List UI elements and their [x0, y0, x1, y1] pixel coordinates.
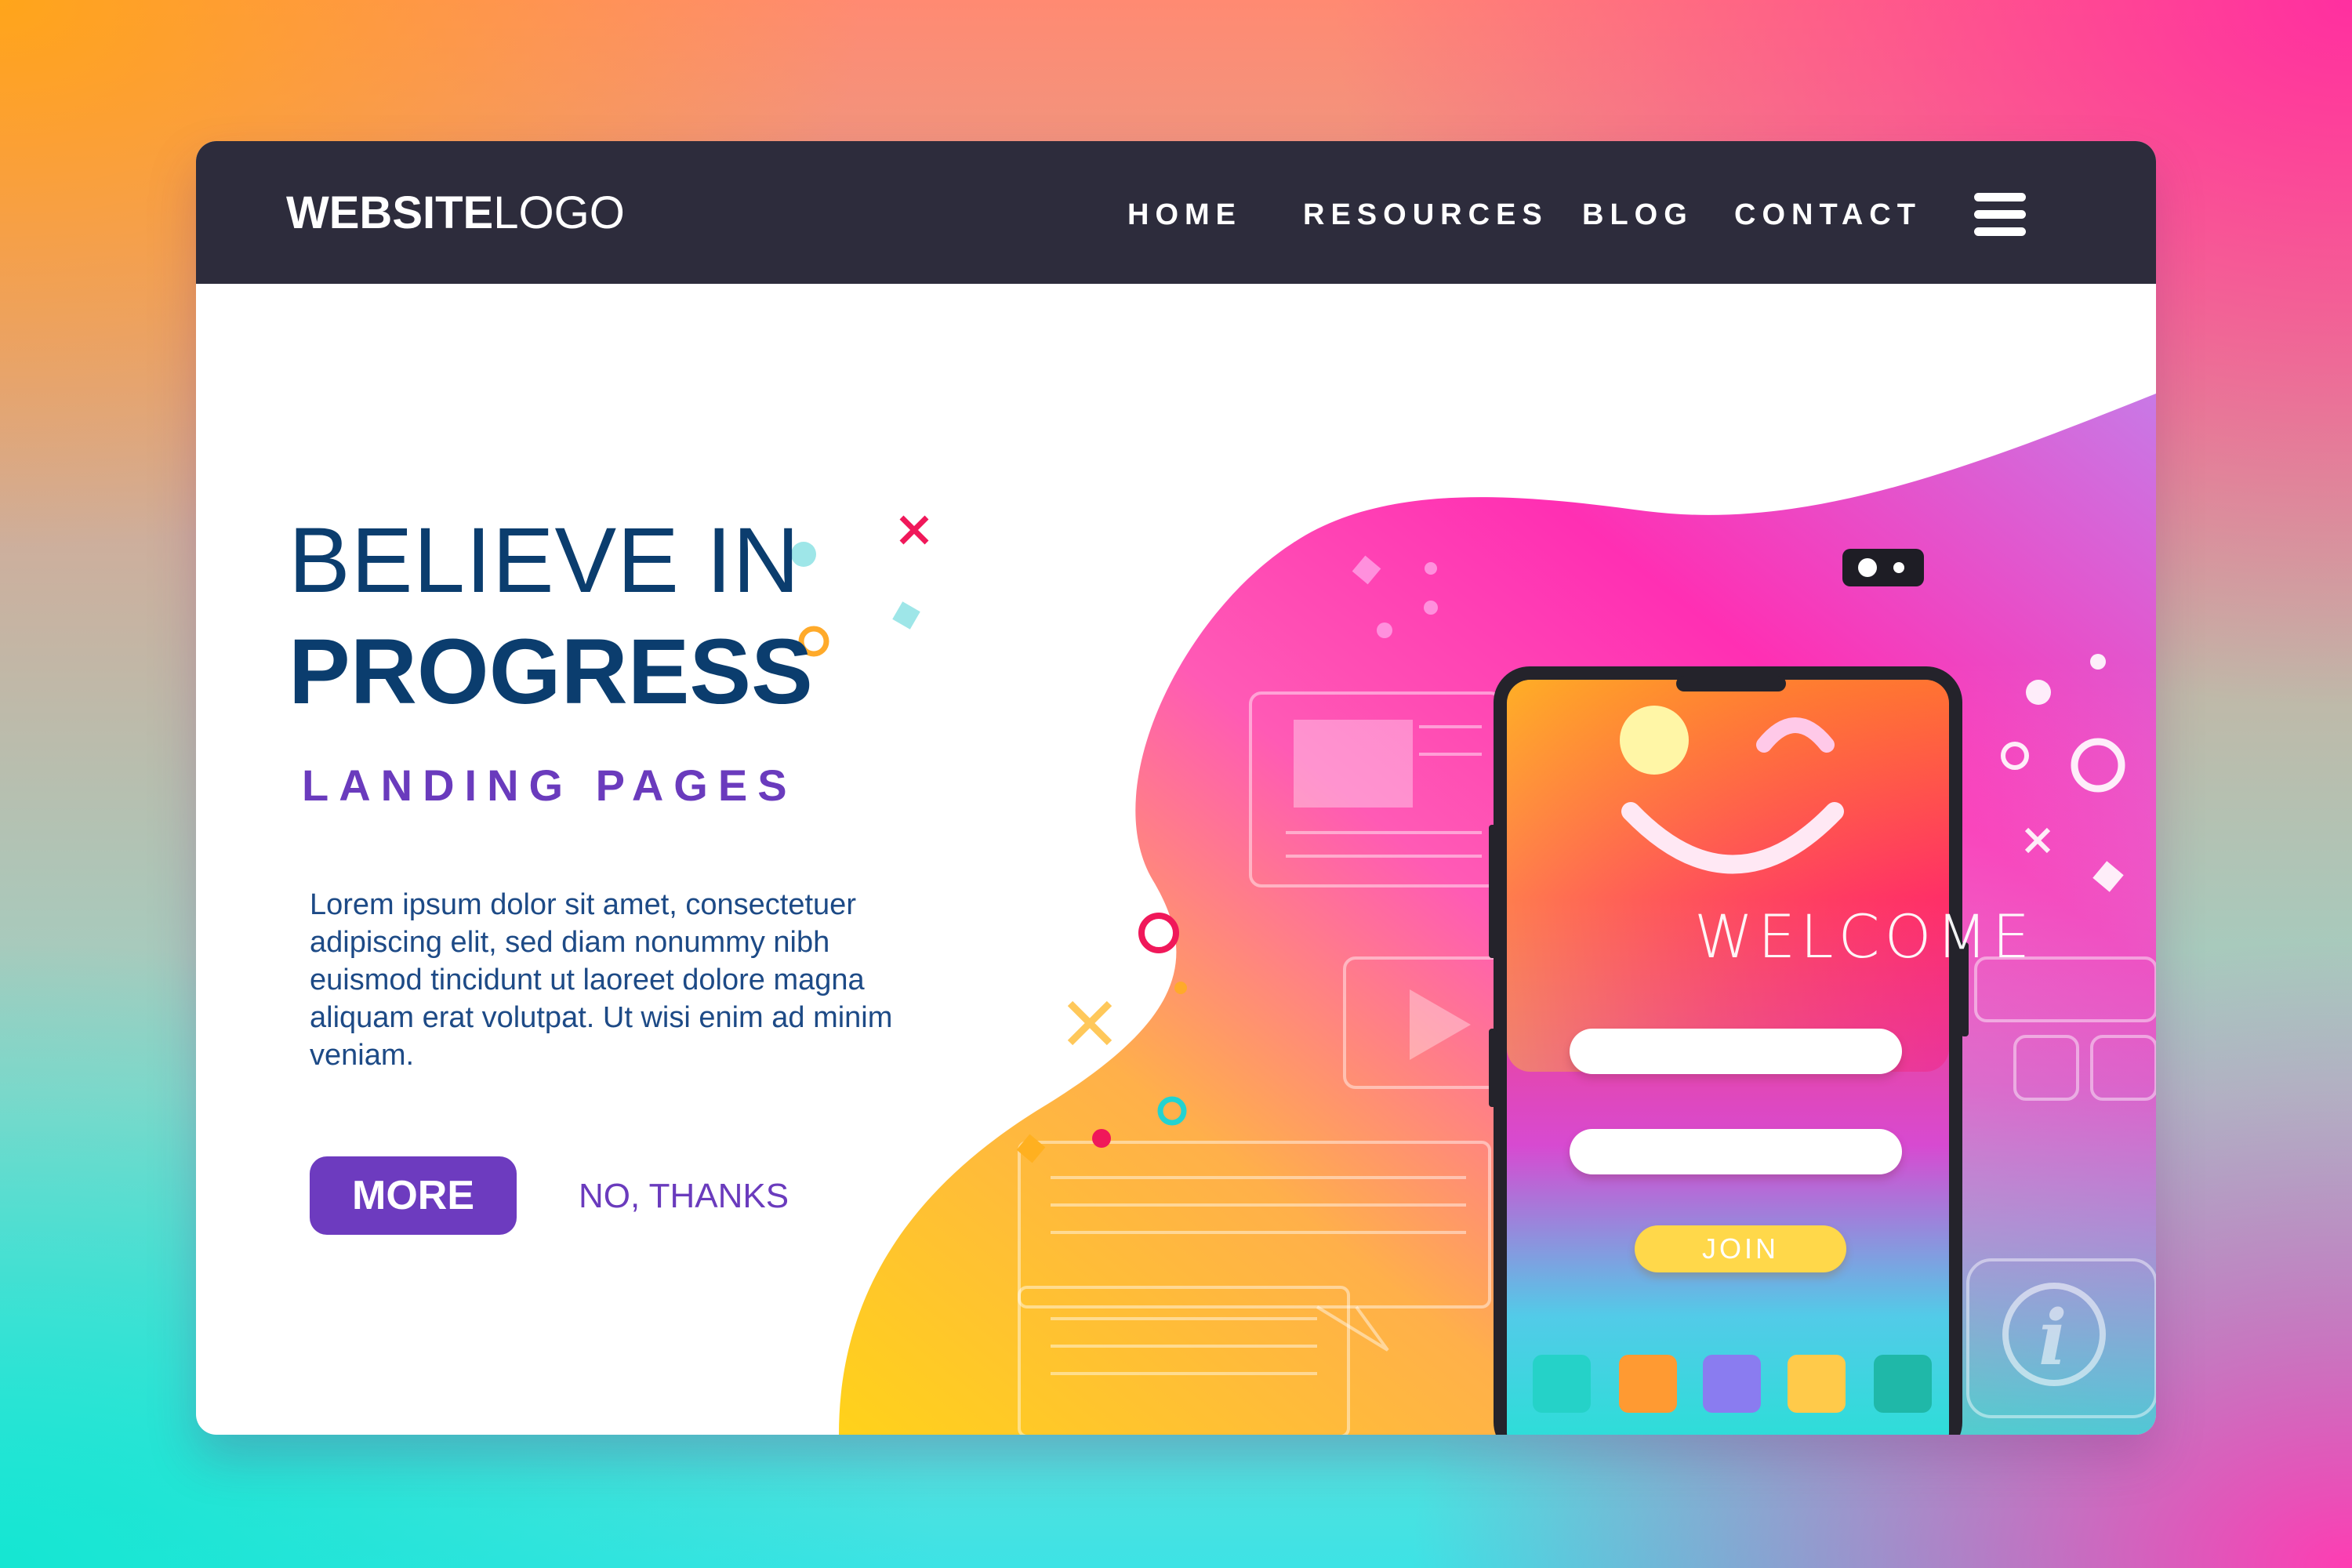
app-icon-purple[interactable]	[1703, 1355, 1761, 1413]
nav-blog[interactable]: BLOG	[1582, 198, 1693, 232]
app-icon-teal[interactable]	[1533, 1355, 1591, 1413]
svg-text:i: i	[2038, 1294, 2067, 1382]
join-button[interactable]: JOIN	[1635, 1225, 1846, 1272]
hamburger-menu-icon[interactable]	[1974, 193, 2026, 237]
app-icon-orange[interactable]	[1619, 1355, 1677, 1413]
nav-home[interactable]: HOME	[1127, 198, 1242, 232]
no-thanks-link[interactable]: NO, THANKS	[579, 1176, 789, 1217]
website-logo[interactable]: WEBSITELOGO	[286, 188, 625, 238]
subheading: LANDING PAGES	[302, 760, 797, 810]
logo-bold-text: WEBSITE	[286, 187, 494, 238]
nav-contact[interactable]: CONTACT	[1734, 198, 1922, 232]
nav-resources[interactable]: RESOURCES	[1303, 198, 1548, 232]
body-paragraph: Lorem ipsum dolor sit amet, consectetuer…	[310, 888, 893, 1072]
logo-light-text: LOGO	[493, 187, 625, 238]
camera-icon	[1842, 549, 1924, 586]
app-icon-green[interactable]	[1874, 1355, 1932, 1413]
password-field[interactable]	[1570, 1129, 1902, 1174]
username-field[interactable]	[1570, 1029, 1902, 1074]
smiley-wink-icon	[1620, 706, 1844, 874]
headline-line-1: BELIEVE IN	[289, 509, 800, 612]
more-button[interactable]: MORE	[310, 1156, 517, 1235]
top-navbar: WEBSITELOGO HOME RESOURCES BLOG CONTACT	[196, 141, 2156, 284]
app-icon-yellow[interactable]	[1788, 1355, 1846, 1413]
headline-line-2: PROGRESS	[289, 620, 813, 724]
welcome-text: WELCOME	[1694, 902, 2034, 971]
landing-page-card: i WELCOME JOIN BELIEVE IN PROGRESS LANDI…	[196, 141, 2156, 1435]
